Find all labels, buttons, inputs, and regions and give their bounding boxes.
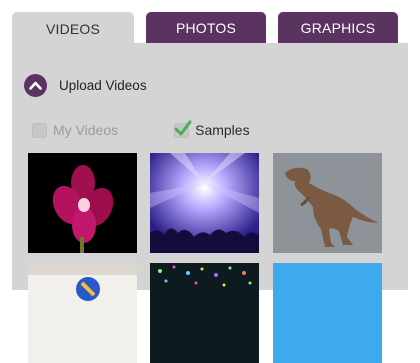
videos-panel: Upload Videos My Videos Samples [12,43,408,363]
shirt-image [28,263,137,363]
tab-videos[interactable]: VIDEOS [12,12,134,45]
tab-photos[interactable]: PHOTOS [146,12,266,43]
source-filters: My Videos Samples [32,120,250,140]
dinosaur-image [273,153,382,253]
my-videos-label: My Videos [53,122,119,138]
chevron-up-icon[interactable] [24,73,47,97]
blue-image [273,263,382,363]
video-thumbnail-blue[interactable] [273,263,382,363]
filter-samples[interactable]: Samples [174,120,250,138]
tab-graphics-label: GRAPHICS [300,19,376,36]
orchid-image [28,153,137,253]
upload-videos-toggle[interactable]: Upload Videos [24,73,147,97]
samples-checkbox[interactable] [174,120,192,138]
checkmark-icon [174,120,192,135]
tab-graphics[interactable]: GRAPHICS [278,12,398,43]
video-thumbnail-orchid[interactable] [28,153,137,253]
video-thumbnail-particles[interactable] [150,263,259,363]
concert-image [150,153,259,253]
video-thumbnail-shirt[interactable] [28,263,137,363]
tab-videos-label: VIDEOS [45,20,101,37]
my-videos-checkbox[interactable] [32,122,47,138]
particles-image [150,263,259,363]
samples-label: Samples [195,122,250,138]
tab-photos-label: PHOTOS [175,19,237,36]
filter-my-videos[interactable]: My Videos [32,122,118,138]
upload-videos-label: Upload Videos [59,77,147,93]
tab-bar: VIDEOS PHOTOS GRAPHICS [0,0,420,45]
video-thumbnail-concert[interactable] [150,153,259,253]
video-thumbnail-dinosaur[interactable] [273,153,382,253]
